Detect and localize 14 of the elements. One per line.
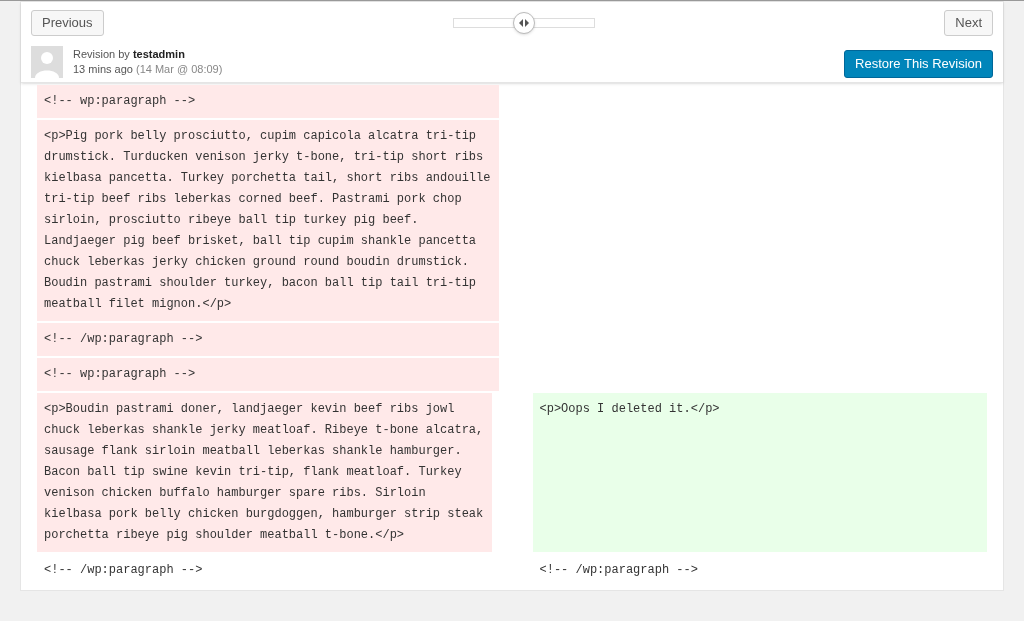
diff-cell: <p>Pig pork belly prosciutto, cupim capicola alcatra tri-tip drumstick. Turducken venison jerky t-bone, tri-tip short ribs kielbasa pancetta. Turkey porchetta tail, short ribs andouille tri-tip beef ribs leberkas corned beef. Pastrami pork chop sirloin, prosciutto ribeye ball tip turkey pig beef. Landjaeger pig beef brisket, ball tip cupim shankle pancetta chuck leberkas jerky chicken ground round boudin drumstick. Boudin pastrami shoulder turkey, bacon ball tip tail tri-tip meatball filet mignon.</p> (37, 120, 499, 321)
restore-button[interactable]: Restore This Revision (844, 50, 993, 78)
diff-cell: <!-- /wp:paragraph --> (37, 323, 499, 356)
diff-cell: <p>Boudin pastrami doner, landjaeger kevin beef ribs jowl chuck leberkas shankle jerky meatloaf. Ribeye t-bone alcatra, sausage flank sirloin meatball leberkas shankle hamburger. Bacon ball tip swine kevin tri-tip, flank meatloaf. Turkey venison chicken buffalo hamburger spare ribs. Sirloin kielbasa pork belly chicken burgdoggen, hamburger strip steak porchetta ribeye pig shoulder meatball t-bone.</p> (37, 393, 492, 552)
avatar-icon (31, 46, 63, 78)
revision-time: 13 mins ago (14 Mar @ 08:09) (73, 62, 223, 77)
revision-author: Revision by testadmin (73, 47, 186, 62)
diff-cell: <p>Oops I deleted it.</p> (532, 393, 987, 552)
diff-cell: <!-- wp:paragraph --> (37, 358, 499, 391)
slider-handle[interactable] (512, 12, 535, 34)
next-button[interactable]: Next (944, 10, 993, 36)
previous-button[interactable]: Previous (31, 10, 104, 36)
diff-cell: <!-- wp:paragraph --> (37, 85, 499, 118)
left-right-arrows-icon (518, 19, 529, 27)
